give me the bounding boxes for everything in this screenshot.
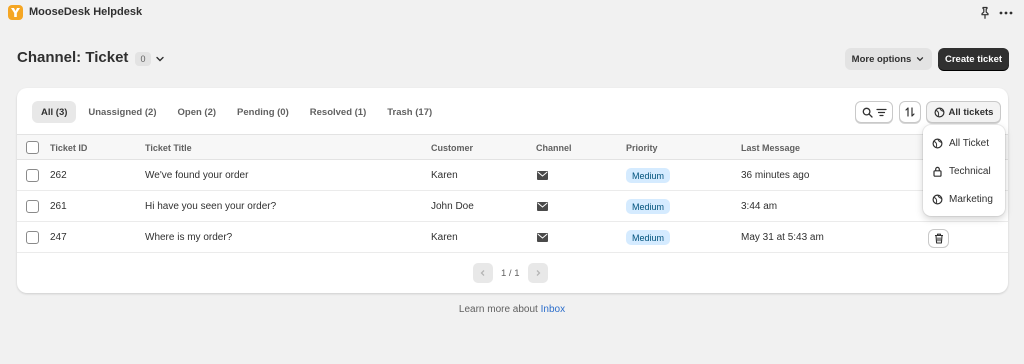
tab-all[interactable]: All (3)	[32, 101, 77, 123]
top-bar: MooseDesk Helpdesk	[0, 0, 1024, 26]
column-header[interactable]: Ticket ID	[50, 143, 87, 153]
last-message: 3:44 am	[741, 201, 778, 212]
table-row[interactable]: 262 We've found your order Karen Medium …	[17, 160, 1008, 191]
select-all-checkbox[interactable]	[26, 141, 39, 154]
priority-badge: Medium	[626, 230, 671, 245]
create-ticket-button[interactable]: Create ticket	[938, 48, 1009, 70]
table-row[interactable]: 247 Where is my order? Karen Medium May …	[17, 222, 1008, 253]
globe-icon	[934, 106, 945, 118]
more-options-label: More options	[851, 53, 912, 65]
previous-page-button[interactable]	[473, 263, 493, 283]
all-tickets-label: All tickets	[948, 106, 994, 118]
search-icon	[862, 107, 873, 118]
sort-icon	[905, 107, 915, 117]
column-header[interactable]: Priority	[626, 143, 658, 153]
column-header[interactable]: Customer	[431, 143, 473, 153]
lock-icon	[933, 166, 942, 177]
ticket-title[interactable]: Where is my order?	[145, 232, 232, 243]
column-header[interactable]: Last Message	[741, 143, 800, 153]
table-header: Ticket ID Ticket Title Customer Channel …	[17, 134, 1008, 160]
search-filter-button[interactable]	[855, 101, 893, 123]
app-logo-icon	[8, 5, 23, 20]
mail-icon	[537, 202, 548, 211]
customer-name: Karen	[431, 170, 458, 181]
delete-button[interactable]	[928, 229, 949, 248]
dropdown-item-label: Technical	[949, 166, 991, 177]
ticket-title[interactable]: We've found your order	[145, 170, 248, 181]
pagination: 1 / 1	[473, 263, 548, 283]
more-horizontal-icon[interactable]	[998, 6, 1014, 20]
sort-button[interactable]	[899, 101, 921, 123]
row-checkbox[interactable]	[26, 231, 39, 244]
tickets-card: All (3) Unassigned (2) Open (2) Pending …	[17, 88, 1008, 293]
chevron-left-icon	[480, 270, 485, 276]
ticket-tabs: All (3) Unassigned (2) Open (2) Pending …	[32, 101, 441, 123]
ticket-id: 247	[50, 232, 67, 243]
all-tickets-button[interactable]: All tickets	[926, 101, 1001, 123]
priority-badge: Medium	[626, 199, 671, 214]
priority-badge: Medium	[626, 168, 671, 183]
tab-open[interactable]: Open (2)	[169, 101, 226, 123]
app-title: MooseDesk Helpdesk	[29, 6, 143, 18]
ticket-count-badge: 0	[135, 52, 151, 66]
dropdown-item-label: Marketing	[949, 194, 993, 205]
mail-icon	[537, 171, 548, 180]
globe-icon	[932, 194, 943, 205]
inbox-link[interactable]: Inbox	[541, 304, 565, 315]
tab-resolved[interactable]: Resolved (1)	[301, 101, 376, 123]
tab-trash[interactable]: Trash (17)	[378, 101, 441, 123]
row-checkbox[interactable]	[26, 200, 39, 213]
dropdown-item-marketing[interactable]: Marketing	[932, 194, 993, 205]
trash-icon	[934, 233, 943, 244]
customer-name: John Doe	[431, 201, 474, 212]
tab-unassigned[interactable]: Unassigned (2)	[79, 101, 165, 123]
page-title: Channel: Ticket	[17, 49, 129, 66]
last-message: 36 minutes ago	[741, 170, 810, 181]
chevron-down-icon[interactable]	[154, 53, 166, 65]
ticket-view-dropdown: All Ticket Technical Marketing	[923, 125, 1005, 216]
next-page-button[interactable]	[527, 263, 548, 283]
filter-icon	[875, 108, 887, 116]
tab-pending[interactable]: Pending (0)	[228, 101, 298, 123]
ticket-title[interactable]: Hi have you seen your order?	[145, 201, 276, 212]
dropdown-item-all-ticket[interactable]: All Ticket	[932, 138, 989, 149]
last-message: May 31 at 5:43 am	[741, 232, 824, 243]
chevron-right-icon	[536, 270, 540, 276]
dropdown-item-label: All Ticket	[949, 138, 990, 149]
row-checkbox[interactable]	[26, 169, 39, 182]
ticket-id: 261	[50, 201, 67, 212]
page-indicator: 1 / 1	[501, 267, 520, 279]
more-options-button[interactable]: More options	[845, 48, 932, 70]
mail-icon	[537, 233, 548, 242]
dropdown-item-technical[interactable]: Technical	[932, 166, 991, 177]
column-header[interactable]: Ticket Title	[145, 143, 192, 153]
chevron-down-icon	[917, 57, 924, 62]
footer: Learn more about Inbox	[0, 304, 1024, 315]
column-header[interactable]: Channel	[536, 143, 572, 153]
pin-icon[interactable]	[978, 6, 992, 20]
customer-name: Karen	[431, 232, 458, 243]
globe-icon	[932, 138, 943, 149]
table-row[interactable]: 261 Hi have you seen your order? John Do…	[17, 191, 1008, 222]
footer-text: Learn more about	[458, 304, 538, 315]
ticket-id: 262	[50, 170, 67, 181]
